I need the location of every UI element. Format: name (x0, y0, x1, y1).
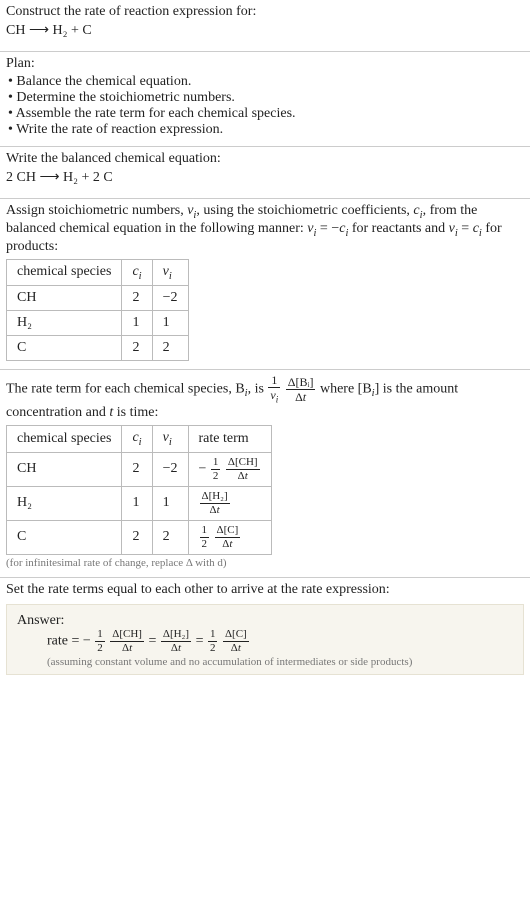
col-ci: ci (122, 259, 152, 286)
stoich-table: chemical species ci νi CH2−2 H₂11 C22 (6, 259, 189, 362)
rate-footnote: (for infinitesimal rate of change, repla… (6, 557, 524, 569)
table-row: C22 (7, 336, 189, 361)
col-nui: νi (152, 259, 188, 286)
col-ci: ci (122, 425, 152, 452)
plan-item: Write the rate of reaction expression. (8, 122, 524, 138)
section-prompt: Construct the rate of reaction expressio… (0, 0, 530, 52)
table-row: CH2−2 − 12 Δ[CH]Δt (7, 452, 272, 486)
section-balanced: Write the balanced chemical equation: 2 … (0, 147, 530, 199)
plan-item: Determine the stoichiometric numbers. (8, 90, 524, 106)
prompt-heading: Construct the rate of reaction expressio… (6, 4, 524, 20)
table-row: H₂11 (7, 311, 189, 336)
table-row: CH2−2 (7, 286, 189, 311)
col-nui: νi (152, 425, 188, 452)
balanced-equation: 2 CH ⟶ H₂ + 2 C (6, 169, 524, 186)
rate-expression: rate = − 12 Δ[CH]Δt = Δ[H₂]Δt = 12 Δ[C]Δ… (17, 629, 513, 654)
answer-assumption: (assuming constant volume and no accumul… (17, 656, 513, 668)
unbalanced-equation: CH ⟶ H₂ + C (6, 22, 524, 39)
col-species: chemical species (7, 425, 122, 452)
balanced-heading: Write the balanced chemical equation: (6, 151, 524, 167)
rate-term-intro: The rate term for each chemical species,… (6, 374, 524, 420)
section-answer: Set the rate terms equal to each other t… (0, 578, 530, 683)
rate-term-table: chemical species ci νi rate term CH2−2 −… (6, 425, 272, 555)
answer-label: Answer: (17, 613, 513, 629)
section-rate-terms: The rate term for each chemical species,… (0, 370, 530, 577)
table-row: H₂11 Δ[H₂]Δt (7, 486, 272, 520)
section-plan: Plan: Balance the chemical equation. Det… (0, 52, 530, 147)
plan-heading: Plan: (6, 56, 524, 72)
stoich-intro: Assign stoichiometric numbers, νi, using… (6, 203, 524, 255)
plan-list: Balance the chemical equation. Determine… (6, 74, 524, 138)
col-species: chemical species (7, 259, 122, 286)
plan-item: Assemble the rate term for each chemical… (8, 106, 524, 122)
table-row: C22 12 Δ[C]Δt (7, 520, 272, 554)
section-stoich: Assign stoichiometric numbers, νi, using… (0, 199, 530, 370)
answer-heading: Set the rate terms equal to each other t… (6, 582, 524, 598)
plan-item: Balance the chemical equation. (8, 74, 524, 90)
col-rate: rate term (188, 425, 271, 452)
answer-box: Answer: rate = − 12 Δ[CH]Δt = Δ[H₂]Δt = … (6, 604, 524, 675)
